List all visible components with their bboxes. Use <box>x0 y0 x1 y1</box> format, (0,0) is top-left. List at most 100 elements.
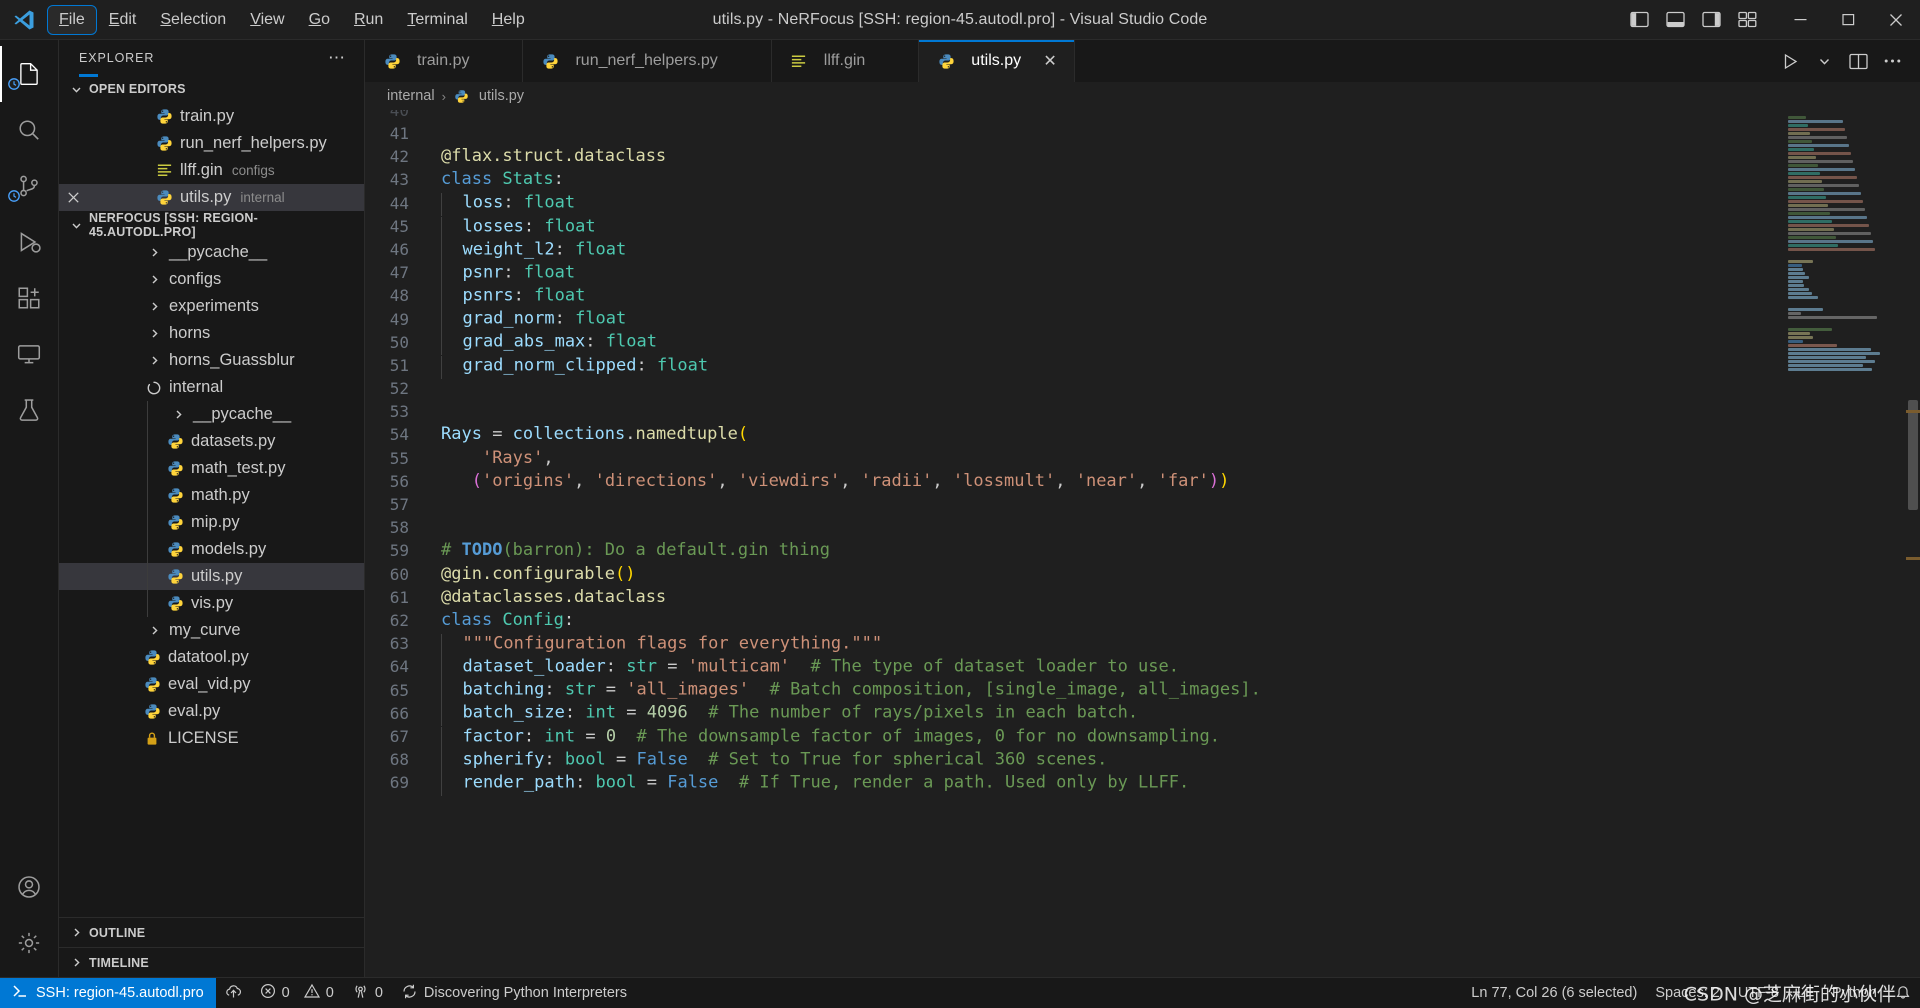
tree-item-models-py[interactable]: models.py <box>59 536 364 563</box>
menu-file[interactable]: File <box>47 4 97 35</box>
code-line[interactable]: 69 render_path: bool = False # If True, … <box>365 771 1782 796</box>
tree-item-license[interactable]: LICENSE <box>59 725 364 752</box>
code-line[interactable]: 62 class Config: <box>365 609 1782 632</box>
code-line[interactable]: 41 <box>365 122 1782 145</box>
menu-edit[interactable]: Edit <box>98 6 148 34</box>
status-sync-changes[interactable] <box>216 978 251 1008</box>
status-editor-language[interactable]: Python <box>1823 978 1886 1008</box>
tree-item-math-test-py[interactable]: math_test.py <box>59 455 364 482</box>
sidebar-item-search[interactable] <box>0 102 59 158</box>
open-editor-run-nerf-helpers-py[interactable]: run_nerf_helpers.py <box>59 130 364 157</box>
code-line[interactable]: 63 """Configuration flags for everything… <box>365 632 1782 657</box>
code-line[interactable]: 66 batch_size: int = 4096 # The number o… <box>365 702 1782 727</box>
menu-help[interactable]: Help <box>481 6 536 34</box>
code-editor[interactable]: 40 41 42 @flax.struct.dataclass 43 class Stat… <box>365 110 1782 977</box>
tree-item-vis-py[interactable]: vis.py <box>59 590 364 617</box>
code-line[interactable]: 40 <box>365 110 1782 122</box>
status-editor-encoding[interactable]: UTF-8 <box>1729 978 1788 1008</box>
status-notifications-bell-icon[interactable] <box>1886 978 1920 1008</box>
status-editor-eol[interactable]: LF <box>1788 978 1823 1008</box>
menu-view[interactable]: View <box>239 6 295 34</box>
split-editor-right-button[interactable] <box>1842 45 1874 77</box>
code-line[interactable]: 57 <box>365 493 1782 516</box>
code-line[interactable]: 59 # TODO(barron): Do a default.gin thing <box>365 539 1782 562</box>
tree-item-eval-py[interactable]: eval.py <box>59 698 364 725</box>
code-line[interactable]: 58 <box>365 516 1782 539</box>
tab-close-icon[interactable]: ✕ <box>1040 51 1060 71</box>
code-line[interactable]: 52 <box>365 377 1782 400</box>
run-options-chevron-down-icon[interactable] <box>1808 45 1840 77</box>
tab-train-py[interactable]: train.py ✕ <box>365 40 524 82</box>
section-outline[interactable]: OUTLINE <box>59 917 364 947</box>
sidebar-item-testing[interactable] <box>0 382 59 438</box>
status-ports[interactable]: 0 <box>343 978 392 1008</box>
code-line[interactable]: 48 psnrs: float <box>365 284 1782 310</box>
tab-llff-gin[interactable]: llff.gin ✕ <box>771 40 920 82</box>
code-line[interactable]: 56 ('origins', 'directions', 'viewdirs',… <box>365 470 1782 493</box>
accounts-button[interactable] <box>0 859 59 915</box>
code-line[interactable]: 49 grad_norm: float <box>365 308 1782 333</box>
menu-selection[interactable]: Selection <box>149 6 237 34</box>
code-line[interactable]: 42 @flax.struct.dataclass <box>365 145 1782 168</box>
code-line[interactable]: 60 @gin.configurable() <box>365 563 1782 586</box>
run-python-file-button[interactable] <box>1774 45 1806 77</box>
code-line[interactable]: 61 @dataclasses.dataclass <box>365 586 1782 609</box>
code-line[interactable]: 54 Rays = collections.namedtuple( <box>365 423 1782 446</box>
editor-more-actions-button[interactable] <box>1876 45 1908 77</box>
toggle-panel-icon[interactable] <box>1660 5 1690 35</box>
code-line[interactable]: 47 psnr: float <box>365 261 1782 286</box>
code-line[interactable]: 51 grad_norm_clipped: float <box>365 354 1782 379</box>
status-editor-selection[interactable]: Ln 77, Col 26 (6 selected) <box>1462 978 1646 1008</box>
code-line[interactable]: 55 'Rays', <box>365 447 1782 470</box>
sidebar-item-extensions[interactable] <box>0 270 59 326</box>
status-editor-indentation[interactable]: Spaces: 2 <box>1646 978 1729 1008</box>
section-open-editors[interactable]: OPEN EDITORS <box>59 75 364 103</box>
code-line[interactable]: 44 loss: float <box>365 192 1782 217</box>
tab-run-nerf-helpers-py[interactable]: run_nerf_helpers.py ✕ <box>523 40 772 82</box>
toggle-primary-sidebar-icon[interactable] <box>1624 5 1654 35</box>
tree-item-experiments[interactable]: experiments <box>59 293 364 320</box>
tree-item-pycache-root[interactable]: __pycache__ <box>59 239 364 266</box>
tree-item-math-py[interactable]: math.py <box>59 482 364 509</box>
editor-vertical-scrollbar[interactable] <box>1906 110 1920 977</box>
code-line[interactable]: 67 factor: int = 0 # The downsample fact… <box>365 725 1782 750</box>
sidebar-item-source-control[interactable] <box>0 158 59 214</box>
status-problems[interactable]: 0 0 <box>251 978 343 1008</box>
open-editor-train-py[interactable]: train.py <box>59 103 364 130</box>
sidebar-item-run-and-debug[interactable] <box>0 214 59 270</box>
breadcrumb-item-utils-py[interactable]: utils.py <box>453 88 524 104</box>
code-line[interactable]: 43 class Stats: <box>365 168 1782 191</box>
open-editor-close-button[interactable] <box>59 191 87 204</box>
code-line[interactable]: 46 weight_l2: float <box>365 238 1782 263</box>
editor-scrollbar-thumb[interactable] <box>1908 400 1918 510</box>
editor-minimap[interactable] <box>1782 110 1906 977</box>
explorer-more-actions-button[interactable]: ⋯ <box>318 49 356 66</box>
breadcrumb-item-internal[interactable]: internal <box>387 88 435 104</box>
remote-indicator[interactable]: SSH: region-45.autodl.pro <box>0 978 216 1008</box>
code-line[interactable]: 64 dataset_loader: str = 'multicam' # Th… <box>365 655 1782 681</box>
minimize-button[interactable] <box>1776 0 1824 39</box>
code-line[interactable]: 68 spherify: bool = False # Set to True … <box>365 748 1782 773</box>
tree-item-configs[interactable]: configs <box>59 266 364 293</box>
code-line[interactable]: 65 batching: str = 'all_images' # Batch … <box>365 679 1782 704</box>
tree-item-horns-guassblur[interactable]: horns_Guassblur <box>59 347 364 374</box>
tree-item-datatool-py[interactable]: datatool.py <box>59 644 364 671</box>
menu-go[interactable]: Go <box>298 6 341 34</box>
status-python-interpreter[interactable]: Discovering Python Interpreters <box>392 978 636 1008</box>
tree-item-horns[interactable]: horns <box>59 320 364 347</box>
close-button[interactable] <box>1872 0 1920 39</box>
section-timeline[interactable]: TIMELINE <box>59 947 364 977</box>
tree-item-eval-vid-py[interactable]: eval_vid.py <box>59 671 364 698</box>
sidebar-item-remote-explorer[interactable] <box>0 326 59 382</box>
toggle-secondary-sidebar-icon[interactable] <box>1696 5 1726 35</box>
menu-run[interactable]: Run <box>343 6 394 34</box>
customize-layout-icon[interactable] <box>1732 5 1762 35</box>
manage-settings-button[interactable] <box>0 915 59 971</box>
code-line[interactable]: 45 losses: float <box>365 215 1782 240</box>
tree-item-internal[interactable]: internal <box>59 374 364 401</box>
sidebar-item-explorer[interactable] <box>0 46 59 102</box>
tree-item-utils-py[interactable]: utils.py <box>59 563 364 590</box>
code-line[interactable]: 53 <box>365 400 1782 423</box>
maximize-button[interactable] <box>1824 0 1872 39</box>
tree-item-datasets-py[interactable]: datasets.py <box>59 428 364 455</box>
